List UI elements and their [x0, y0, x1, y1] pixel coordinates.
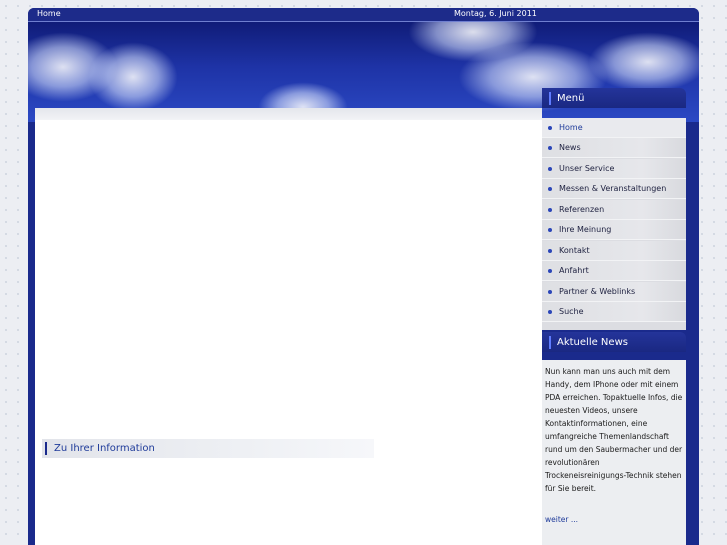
- news-header-marker: [549, 336, 551, 349]
- site-frame: Home Montag, 6. Juni 2011 Zu Ihrer Infor…: [28, 8, 699, 545]
- menu-item-referenzen[interactable]: Referenzen: [542, 200, 686, 220]
- menu-item-label: Kontakt: [559, 246, 590, 255]
- bullet-icon: [548, 269, 552, 273]
- menu-item-label: Anfahrt: [559, 266, 589, 275]
- right-edge-strip: [686, 122, 699, 545]
- menu-item-kontakt[interactable]: Kontakt: [542, 241, 686, 261]
- bullet-icon: [548, 310, 552, 314]
- bullet-icon: [548, 290, 552, 294]
- menu-header-marker: [549, 92, 551, 105]
- menu-item-label: Partner & Weblinks: [559, 287, 636, 296]
- content-top-strip: [35, 108, 542, 120]
- news-body: Nun kann man uns auch mit dem Handy, dem…: [545, 367, 683, 493]
- menu-item-label: Referenzen: [559, 205, 605, 214]
- menu-item-label: Messen & Veranstaltungen: [559, 184, 667, 193]
- heading-marker: [45, 442, 47, 455]
- news-header: Aktuelle News: [542, 332, 686, 352]
- menu-item-label: Unser Service: [559, 164, 615, 173]
- bullet-icon: [548, 228, 552, 232]
- menu-item-ihre-meinung[interactable]: Ihre Meinung: [542, 220, 686, 240]
- bullet-icon: [548, 187, 552, 191]
- bullet-icon: [548, 126, 552, 130]
- breadcrumb[interactable]: Home: [37, 8, 61, 20]
- current-date: Montag, 6. Juni 2011: [454, 9, 537, 18]
- menu-item-news[interactable]: News: [542, 138, 686, 158]
- news-panel: Nun kann man uns auch mit dem Handy, dem…: [542, 360, 686, 545]
- info-heading: Zu Ihrer Information: [42, 439, 374, 458]
- bullet-icon: [548, 146, 552, 150]
- main-menu: Home News Unser Service Messen & Veranst…: [542, 118, 686, 330]
- menu-item-suche[interactable]: Suche: [542, 302, 686, 322]
- menu-item-unser-service[interactable]: Unser Service: [542, 159, 686, 179]
- top-bar: Home Montag, 6. Juni 2011: [28, 8, 699, 22]
- main-content: Zu Ihrer Information: [35, 108, 542, 545]
- info-heading-title: Zu Ihrer Information: [54, 443, 155, 454]
- news-title: Aktuelle News: [557, 337, 628, 348]
- menu-item-anfahrt[interactable]: Anfahrt: [542, 261, 686, 281]
- bullet-icon: [548, 167, 552, 171]
- menu-item-label: Ihre Meinung: [559, 225, 612, 234]
- read-more-link[interactable]: weiter ...: [545, 515, 578, 524]
- menu-item-label: Home: [559, 123, 583, 132]
- menu-item-partner[interactable]: Partner & Weblinks: [542, 282, 686, 302]
- menu-title: Menü: [557, 93, 585, 104]
- menu-item-home[interactable]: Home: [542, 118, 686, 138]
- bullet-icon: [548, 208, 552, 212]
- menu-item-label: Suche: [559, 307, 584, 316]
- menu-item-messen[interactable]: Messen & Veranstaltungen: [542, 179, 686, 199]
- menu-item-label: News: [559, 143, 581, 152]
- menu-header: Menü: [542, 88, 686, 108]
- bullet-icon: [548, 249, 552, 253]
